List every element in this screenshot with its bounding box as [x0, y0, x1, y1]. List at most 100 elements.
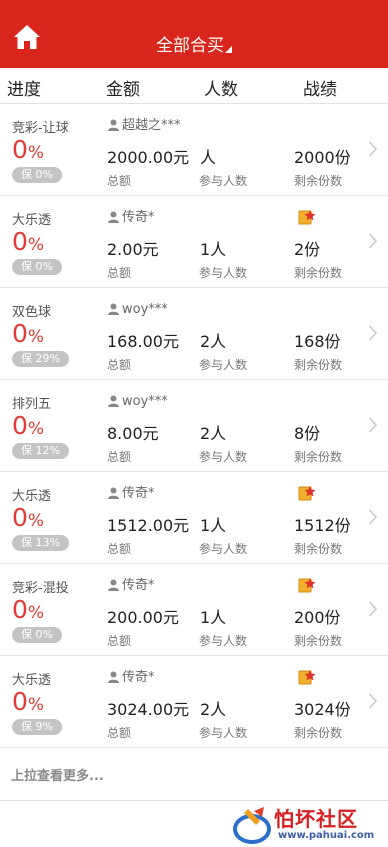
list-item[interactable]: 大乐透 0% 保 9% 传奇* 3024.00元 总额 2人 参与人数 3024…: [0, 656, 388, 748]
medal-icon: [298, 208, 316, 226]
list-item[interactable]: 双色球 0% 保 29% woy*** 168.00元 总额 2人 参与人数 1…: [0, 288, 388, 380]
dropdown-caret-icon: [225, 46, 232, 53]
group-buy-list: 竞彩-让球 0% 保 0% 超越之*** 2000.00元 总额 人 参与人数 …: [0, 104, 388, 748]
column-amount[interactable]: 金额: [106, 75, 140, 100]
initiator: 传奇*: [108, 578, 155, 594]
total-amount: 8.00元: [107, 424, 159, 443]
list-item[interactable]: 竞彩-混投 0% 保 0% 传奇* 200.00元 总额 1人 参与人数 200…: [0, 564, 388, 656]
participant-count: 1人: [200, 240, 227, 259]
user-icon: [108, 395, 119, 407]
guarantee-badge: 保 0%: [12, 259, 62, 275]
total-amount-label: 总额: [107, 174, 132, 188]
chevron-right-icon: [368, 416, 378, 434]
progress-value: 0%: [12, 227, 45, 256]
chevron-right-icon: [368, 600, 378, 618]
total-amount-label: 总额: [107, 726, 132, 740]
column-progress[interactable]: 进度: [7, 75, 41, 100]
total-amount-label: 总额: [107, 450, 132, 464]
user-icon: [108, 211, 119, 223]
participant-count-label: 参与人数: [199, 542, 248, 556]
medal-icon: [298, 484, 316, 502]
game-name: 竞彩-让球: [12, 121, 69, 136]
list-item[interactable]: 竞彩-让球 0% 保 0% 超越之*** 2000.00元 总额 人 参与人数 …: [0, 104, 388, 196]
guarantee-badge: 保 13%: [12, 535, 69, 551]
total-amount-label: 总额: [107, 358, 132, 372]
guarantee-badge: 保 29%: [12, 351, 69, 367]
participant-count-label: 参与人数: [199, 726, 248, 740]
user-icon: [108, 303, 119, 315]
guarantee-badge: 保 0%: [12, 167, 62, 183]
list-item[interactable]: 大乐透 0% 保 13% 传奇* 1512.00元 总额 1人 参与人数 151…: [0, 472, 388, 564]
game-name: 竞彩-混投: [12, 581, 69, 596]
chevron-right-icon: [368, 324, 378, 342]
participant-count: 2人: [200, 332, 227, 351]
participant-count: 2人: [200, 700, 227, 719]
participant-count-label: 参与人数: [199, 634, 248, 648]
chevron-right-icon: [368, 232, 378, 250]
total-amount: 200.00元: [107, 608, 179, 627]
user-icon: [108, 579, 119, 591]
column-record[interactable]: 战绩: [303, 75, 337, 100]
remaining-shares: 200份: [294, 608, 341, 627]
remaining-shares-label: 剩余份数: [294, 174, 343, 188]
user-icon: [108, 671, 119, 683]
initiator: 传奇*: [108, 670, 155, 686]
progress-value: 0%: [12, 411, 45, 440]
user-icon: [108, 119, 119, 131]
game-name: 大乐透: [12, 673, 52, 688]
game-name: 大乐透: [12, 489, 52, 504]
chevron-right-icon: [368, 692, 378, 710]
progress-value: 0%: [12, 319, 45, 348]
user-icon: [108, 487, 119, 499]
medal-icon: [298, 576, 316, 594]
page-title-dropdown[interactable]: 全部合买: [0, 31, 388, 56]
footer-divider: [0, 800, 388, 801]
chevron-right-icon: [368, 508, 378, 526]
guarantee-badge: 保 12%: [12, 443, 69, 459]
total-amount: 2000.00元: [107, 148, 190, 167]
participant-count: 人: [200, 148, 217, 167]
column-header: 进度 金额 人数 战绩: [0, 68, 388, 104]
remaining-shares-label: 剩余份数: [294, 266, 343, 280]
participant-count-label: 参与人数: [199, 358, 248, 372]
participant-count-label: 参与人数: [199, 450, 248, 464]
total-amount: 168.00元: [107, 332, 179, 351]
column-people[interactable]: 人数: [204, 75, 238, 100]
remaining-shares: 2份: [294, 240, 321, 259]
watermark: 怕坏社区 www.pahuai.com: [232, 803, 386, 845]
medal-icon: [298, 668, 316, 686]
guarantee-badge: 保 0%: [12, 627, 62, 643]
game-name: 大乐透: [12, 213, 52, 228]
initiator: woy***: [108, 302, 168, 318]
participant-count: 2人: [200, 424, 227, 443]
participant-count-label: 参与人数: [199, 174, 248, 188]
list-item[interactable]: 排列五 0% 保 12% woy*** 8.00元 总额 2人 参与人数 8份 …: [0, 380, 388, 472]
watermark-title: 怕坏社区: [274, 807, 358, 831]
game-name: 排列五: [12, 397, 52, 412]
participant-count: 1人: [200, 516, 227, 535]
watermark-logo-icon: [233, 807, 271, 844]
page-title: 全部合买: [156, 36, 224, 56]
total-amount-label: 总额: [107, 634, 132, 648]
remaining-shares: 3024份: [294, 700, 351, 719]
remaining-shares: 168份: [294, 332, 341, 351]
initiator: woy***: [108, 394, 168, 410]
remaining-shares: 8份: [294, 424, 321, 443]
participant-count: 1人: [200, 608, 227, 627]
remaining-shares-label: 剩余份数: [294, 726, 343, 740]
load-more-hint[interactable]: 上拉查看更多...: [11, 765, 104, 784]
total-amount-label: 总额: [107, 266, 132, 280]
total-amount: 1512.00元: [107, 516, 190, 535]
remaining-shares: 2000份: [294, 148, 351, 167]
progress-value: 0%: [12, 687, 45, 716]
total-amount-label: 总额: [107, 542, 132, 556]
remaining-shares-label: 剩余份数: [294, 542, 343, 556]
guarantee-badge: 保 9%: [12, 719, 62, 735]
initiator: 传奇*: [108, 486, 155, 502]
list-item[interactable]: 大乐透 0% 保 0% 传奇* 2.00元 总额 1人 参与人数 2份 剩余份数: [0, 196, 388, 288]
initiator: 超越之***: [108, 118, 181, 134]
chevron-right-icon: [368, 140, 378, 158]
remaining-shares-label: 剩余份数: [294, 634, 343, 648]
participant-count-label: 参与人数: [199, 266, 248, 280]
progress-value: 0%: [12, 135, 45, 164]
